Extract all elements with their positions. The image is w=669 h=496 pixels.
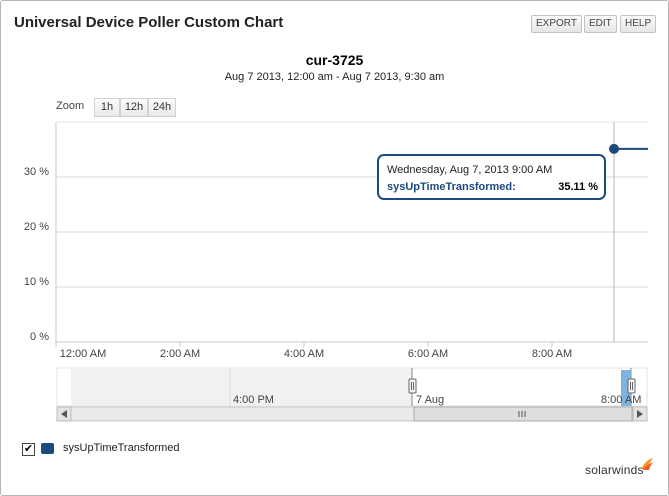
navigator-scrollbar[interactable] xyxy=(56,406,648,422)
navigator-label-4pm: 4:00 PM xyxy=(233,394,274,406)
legend-checkbox[interactable]: ✔ xyxy=(22,443,35,456)
chart-panel: Universal Device Poller Custom Chart EXP… xyxy=(0,0,669,496)
y-tick-label: 30 % xyxy=(24,166,49,178)
tooltip: Wednesday, Aug 7, 2013 9:00 AM sysUpTime… xyxy=(377,154,606,200)
scrollbar-thumb[interactable] xyxy=(413,406,633,422)
x-axis-labels: 12:00 AM 2:00 AM 4:00 AM 6:00 AM 8:00 AM xyxy=(60,348,572,360)
navigator-label-8am: 8:00 AM xyxy=(601,394,641,406)
x-tick-label: 6:00 AM xyxy=(408,348,448,360)
series-point[interactable] xyxy=(609,143,619,154)
solarwinds-logo-icon xyxy=(641,458,653,470)
x-tick-label: 4:00 AM xyxy=(284,348,324,360)
navigator-right-handle[interactable] xyxy=(627,378,636,394)
line-chart[interactable]: 0 % 10 % 20 % 30 % 12:00 AM 2:00 AM 4:00 AM 6:… xyxy=(1,1,669,431)
x-tick-label: 2:00 AM xyxy=(160,348,200,360)
navigator-label-7aug: 7 Aug xyxy=(416,394,444,406)
tooltip-value: 35.11 % xyxy=(558,181,598,193)
x-tick-label: 12:00 AM xyxy=(60,348,106,360)
x-tick-label: 8:00 AM xyxy=(532,348,572,360)
legend-swatch xyxy=(41,443,54,454)
navigator-left-handle[interactable] xyxy=(408,378,417,394)
tooltip-date: Wednesday, Aug 7, 2013 9:00 AM xyxy=(387,164,552,176)
tooltip-series-name: sysUpTimeTransformed: xyxy=(387,181,516,193)
y-tick-label: 10 % xyxy=(24,276,49,288)
y-tick-label: 20 % xyxy=(24,221,49,233)
solarwinds-logo: solarwinds xyxy=(585,463,644,477)
y-axis-labels: 0 % 10 % 20 % 30 % xyxy=(24,166,49,343)
legend-label[interactable]: sysUpTimeTransformed xyxy=(63,442,180,454)
y-tick-label: 0 % xyxy=(30,331,49,343)
navigator[interactable]: 4:00 PM 7 Aug 8:00 AM xyxy=(56,367,648,407)
